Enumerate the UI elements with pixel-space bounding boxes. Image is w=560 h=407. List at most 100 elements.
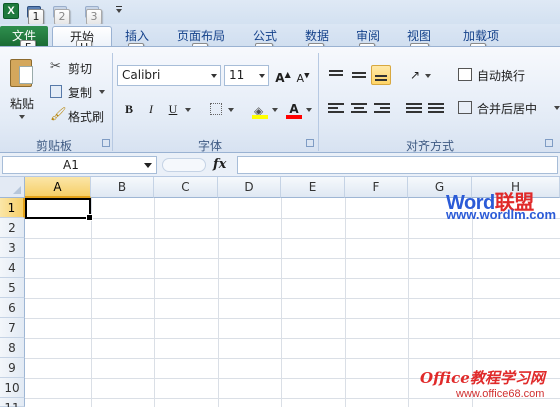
font-name-value: Calibri [122,68,161,82]
row-header-7[interactable]: 7 [0,318,25,338]
cut-button[interactable]: ✂ 剪切 [48,59,108,77]
increase-indent-button[interactable] [426,99,446,119]
font-launcher-icon[interactable] [306,139,314,147]
excel-logo-icon: X [3,3,19,19]
format-painter-button[interactable]: 🖌 格式刷 [48,107,108,125]
paste-button[interactable]: 粘贴 [6,57,40,129]
column-header-a[interactable]: A [25,177,91,198]
insert-function-button[interactable]: fx [213,157,226,172]
row-header-10[interactable]: 10 [0,378,25,398]
copy-icon [50,85,62,98]
tab-formulas-label: 公式 [252,29,277,43]
formula-input[interactable] [237,156,558,174]
gridline [25,298,560,299]
font-group-label: 字体 [197,139,222,153]
orientation-dropdown-icon[interactable] [425,74,431,78]
orientation-button[interactable]: ↗ [405,65,425,85]
font-color-dropdown-icon[interactable] [306,108,312,112]
row-header-5[interactable]: 5 [0,278,25,298]
font-size-combo[interactable]: 11 [224,65,269,86]
name-box-value: A1 [63,158,79,172]
gridline [25,318,560,319]
row-header-1[interactable]: 1 [0,198,25,218]
gridline [25,238,560,239]
column-header-f[interactable]: F [345,177,408,198]
clipboard-group-label: 剪贴板 [35,139,72,153]
fill-color-button[interactable]: ◈ [250,99,270,119]
formula-bar-resize-handle[interactable] [162,158,206,172]
italic-label: I [149,102,153,116]
shrink-font-button[interactable]: A▼ [293,65,313,85]
bold-button[interactable]: B [119,99,139,119]
align-bottom-button[interactable] [371,65,391,85]
row-header-8[interactable]: 8 [0,338,25,358]
gridline [154,198,155,407]
wordlm-url: www.wordlm.com [446,207,557,222]
orientation-icon: ↗ [409,68,421,82]
wrap-text-button[interactable]: 自动换行 [457,66,557,84]
gridline [25,278,560,279]
alignment-launcher-icon[interactable] [545,139,553,147]
select-all-button[interactable] [0,177,25,198]
row-header-11[interactable]: 11 [0,398,25,407]
font-name-combo[interactable]: Calibri [117,65,221,86]
active-cell-a1[interactable] [25,198,93,221]
cut-label: 剪切 [68,62,93,76]
underline-label: U [168,102,178,116]
underline-dropdown-icon[interactable] [185,108,191,112]
gridline [281,198,282,407]
merge-center-button[interactable]: 合并后居中 [457,99,560,117]
grow-font-button[interactable]: A▲ [273,65,293,85]
tab-view-label: 视图 [406,29,431,43]
quick-access-toolbar: X 1 2 3 [0,0,560,25]
keytip-redo: 3 [86,9,102,25]
customize-qat-icon[interactable] [116,6,122,16]
row-header-3[interactable]: 3 [0,238,25,258]
align-top-button[interactable] [326,65,346,85]
row-header-2[interactable]: 2 [0,218,25,238]
scissors-icon: ✂ [50,59,61,74]
row-header-9[interactable]: 9 [0,358,25,378]
formula-bar: A1 fx [0,153,560,177]
chevron-down-icon [144,163,152,168]
align-right-button[interactable] [372,99,392,119]
row-header-6[interactable]: 6 [0,298,25,318]
font-color-button[interactable]: A [284,99,304,119]
column-header-c[interactable]: C [154,177,218,198]
underline-button[interactable]: U [163,99,183,119]
row-header-4[interactable]: 4 [0,258,25,278]
italic-button[interactable]: I [141,99,161,119]
borders-dropdown-icon[interactable] [228,108,234,112]
decrease-indent-button[interactable] [404,99,424,119]
borders-icon [210,103,222,115]
borders-button[interactable] [206,99,226,119]
format-painter-label: 格式刷 [68,110,105,124]
font-color-icon: A [289,102,299,116]
clipboard-launcher-icon[interactable] [102,139,110,147]
paste-label: 粘贴 [10,97,35,111]
wrap-text-label: 自动换行 [477,69,526,83]
column-header-d[interactable]: D [218,177,281,198]
align-left-button[interactable] [326,99,346,119]
column-header-b[interactable]: B [91,177,154,198]
copy-button[interactable]: 复制 [48,83,108,101]
align-center-button[interactable] [349,99,369,119]
fill-color-dropdown-icon[interactable] [272,108,278,112]
name-box[interactable]: A1 [2,156,157,174]
column-header-e[interactable]: E [281,177,345,198]
bold-label: B [124,102,133,116]
tab-insert-label: 插入 [124,29,149,43]
gridline [25,338,560,339]
grow-font-icon: A▲ [275,70,291,85]
group-separator [318,53,319,151]
gridline [345,198,346,407]
tab-page-layout-label: 页面布局 [176,29,225,43]
tab-data-label: 数据 [304,29,329,43]
tab-review-label: 审阅 [355,29,380,43]
excel-window: X 1 2 3 文件 开始 插入 页面布局 公式 数据 审阅 视图 加载项 F … [0,0,560,407]
group-separator [112,53,113,151]
shrink-font-icon: A▼ [296,71,310,85]
tab-addins-label: 加载项 [462,29,499,43]
align-middle-button[interactable] [349,67,369,87]
keytip-save: 1 [28,9,44,25]
